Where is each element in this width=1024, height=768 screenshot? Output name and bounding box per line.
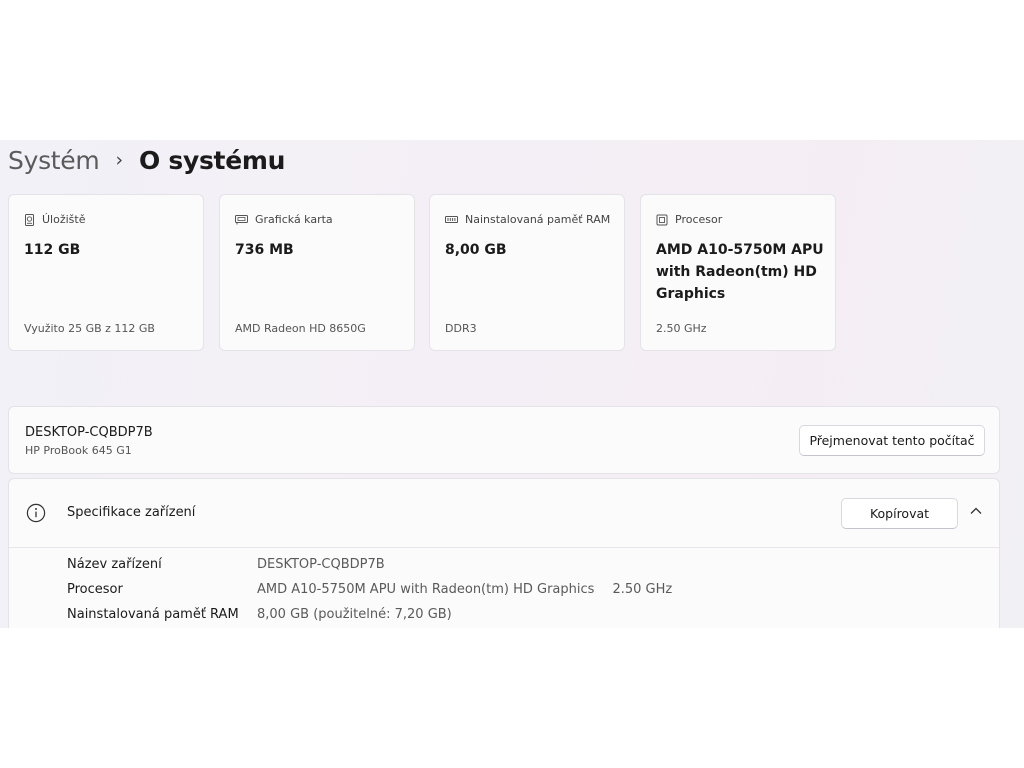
card-detail: DDR3 xyxy=(445,322,477,335)
card-label: Grafická karta xyxy=(255,213,333,226)
spec-label: Název zařízení xyxy=(67,557,162,572)
spec-label: Nainstalovaná paměť RAM xyxy=(67,607,239,622)
card-detail: Využito 25 GB z 112 GB xyxy=(24,322,155,335)
device-specs-header[interactable]: Specifikace zařízení Kopírovat xyxy=(9,479,999,548)
graphics-card-icon xyxy=(235,215,248,225)
memory-icon xyxy=(445,215,458,223)
card-header: Úložiště xyxy=(24,213,85,226)
rename-pc-button[interactable]: Přejmenovat tento počítač xyxy=(799,425,985,456)
card-value: 736 MB xyxy=(235,242,294,258)
breadcrumb: Systém › O systému xyxy=(8,142,285,178)
card-header: Nainstalovaná paměť RAM xyxy=(445,213,610,226)
processor-card[interactable]: Procesor AMD A10-5750M APU with Radeon(t… xyxy=(640,194,836,351)
device-specs-title: Specifikace zařízení xyxy=(67,505,196,520)
memory-card[interactable]: Nainstalovaná paměť RAM 8,00 GB DDR3 xyxy=(429,194,625,351)
processor-icon xyxy=(656,214,668,225)
spec-row-processor: Procesor AMD A10-5750M APU with Radeon(t… xyxy=(67,582,672,602)
device-name-panel: DESKTOP-CQBDP7B HP ProBook 645 G1 Přejme… xyxy=(8,406,1000,474)
storage-card[interactable]: Úložiště 112 GB Využito 25 GB z 112 GB xyxy=(8,194,204,351)
settings-window: Systém › O systému Úložiště 112 GB Využi… xyxy=(0,140,1024,628)
copy-button[interactable]: Kopírovat xyxy=(841,498,958,529)
spec-value: AMD A10-5750M APU with Radeon(tm) HD Gra… xyxy=(257,582,595,597)
info-icon xyxy=(26,503,46,523)
spec-row-device-name: Název zařízení DESKTOP-CQBDP7B xyxy=(67,557,385,577)
spec-label: Procesor xyxy=(67,582,123,597)
card-detail: AMD Radeon HD 8650G xyxy=(235,322,366,335)
spec-extra: 2.50 GHz xyxy=(612,582,673,597)
card-header: Procesor xyxy=(656,213,722,226)
card-value: 112 GB xyxy=(24,242,81,258)
device-specs-panel: Specifikace zařízení Kopírovat Název zař… xyxy=(8,478,1000,628)
graphics-card[interactable]: Grafická karta 736 MB AMD Radeon HD 8650… xyxy=(219,194,415,351)
card-value: 8,00 GB xyxy=(445,242,507,258)
breadcrumb-system-link[interactable]: Systém xyxy=(8,146,100,175)
breadcrumb-chevron-icon: › xyxy=(115,148,124,171)
spec-row-installed-ram: Nainstalovaná paměť RAM 8,00 GB (použite… xyxy=(67,607,452,627)
page-title: O systému xyxy=(139,145,286,175)
card-label: Nainstalovaná paměť RAM xyxy=(465,213,611,226)
card-label: Úložiště xyxy=(42,213,86,226)
spec-value: 8,00 GB (použitelné: 7,20 GB) xyxy=(257,607,452,622)
card-detail: 2.50 GHz xyxy=(656,322,707,335)
spec-value: DESKTOP-CQBDP7B xyxy=(257,557,385,572)
storage-icon xyxy=(25,213,34,226)
device-model: HP ProBook 645 G1 xyxy=(25,444,132,457)
device-name: DESKTOP-CQBDP7B xyxy=(25,425,153,440)
card-value: AMD A10-5750M APU with Radeon(tm) HD Gra… xyxy=(656,242,824,302)
card-label: Procesor xyxy=(675,213,723,226)
chevron-up-icon[interactable] xyxy=(969,506,983,516)
card-header: Grafická karta xyxy=(235,213,333,226)
